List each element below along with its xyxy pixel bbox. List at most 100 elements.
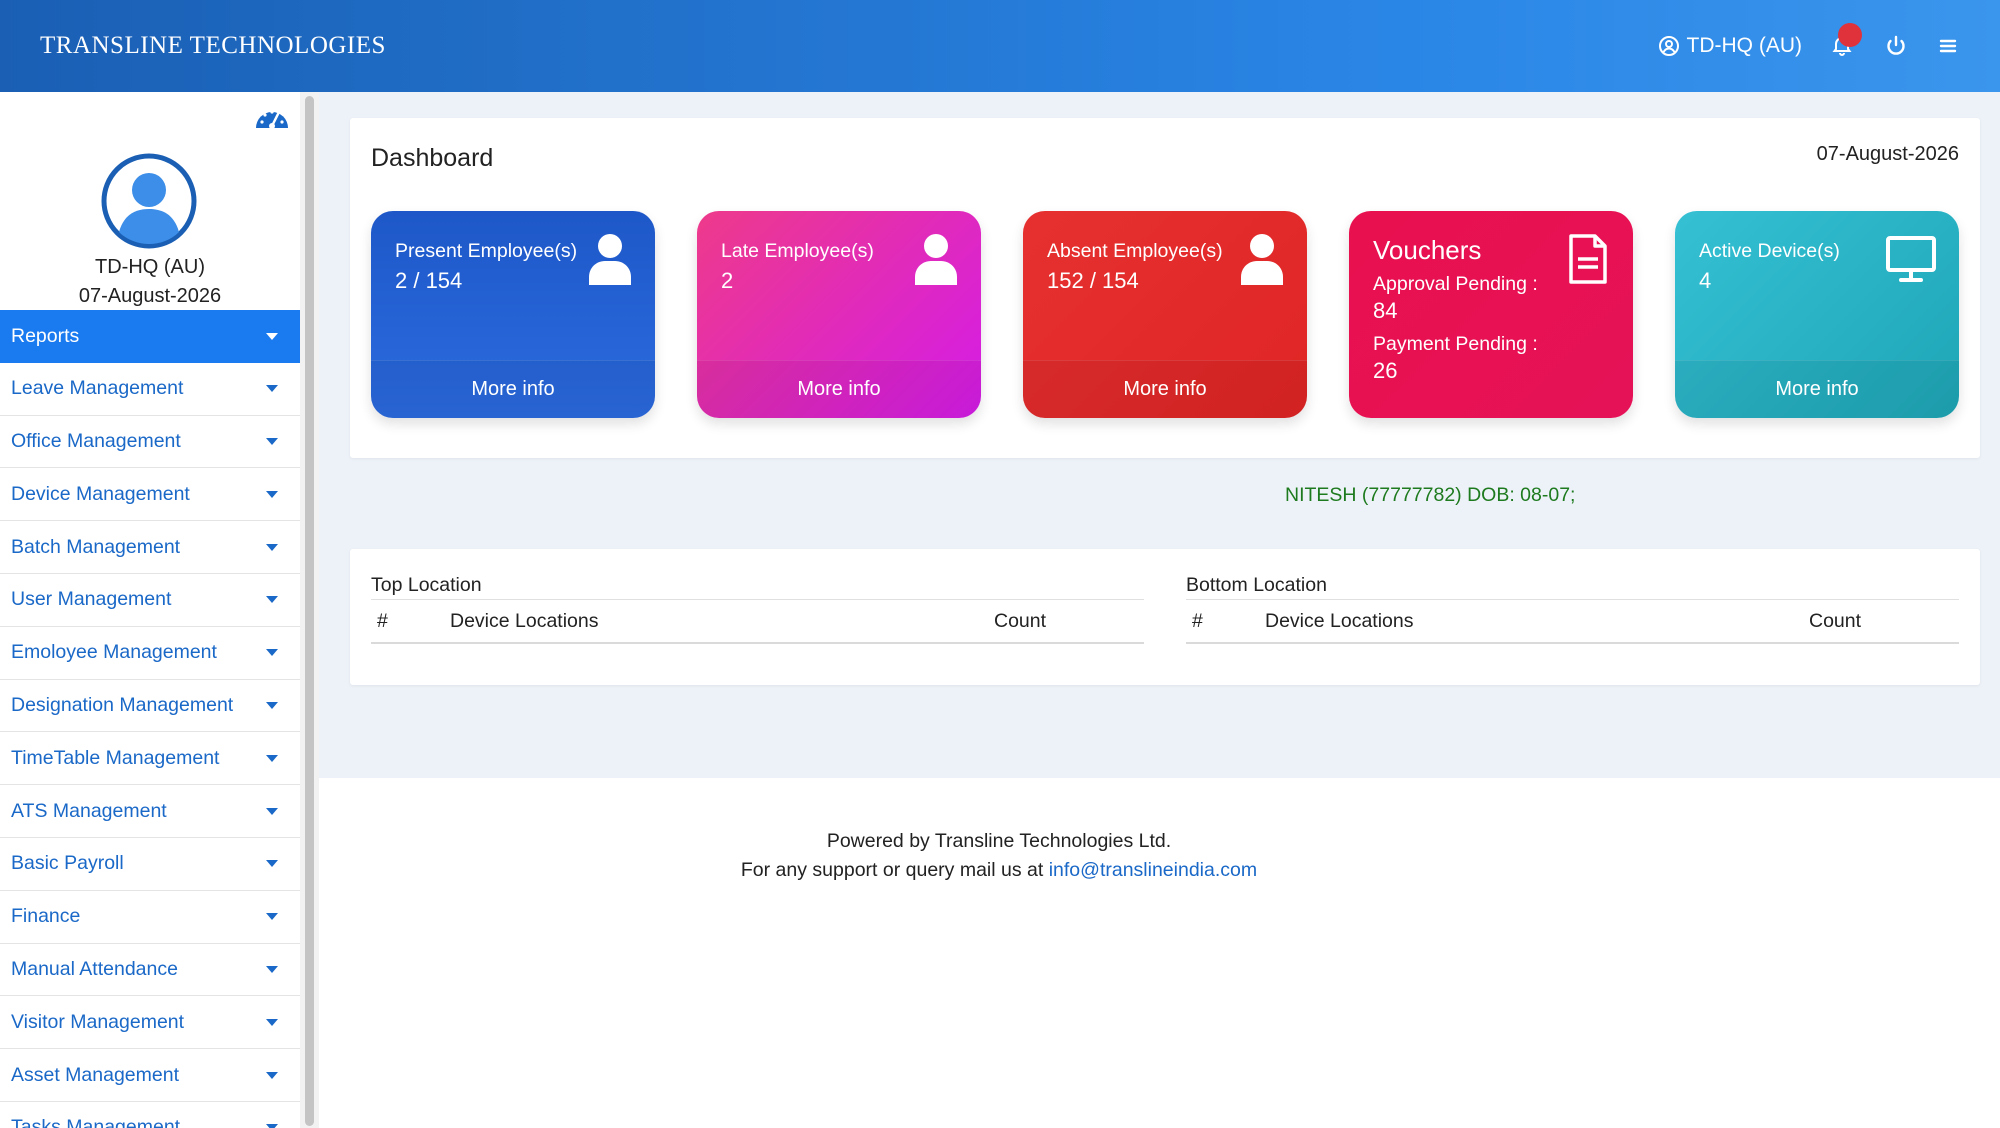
sidebar-item-employee-management[interactable]: Emoloyee Management: [0, 627, 300, 680]
sidebar-item-asset-management[interactable]: Asset Management: [0, 1049, 300, 1102]
card-text: Late Employee(s) 2: [721, 237, 911, 295]
sidebar-item-ats-management[interactable]: ATS Management: [0, 785, 300, 838]
sidebar-item-label: Tasks Management: [11, 1116, 181, 1128]
bottom-location-table: Bottom Location # Device Locations Count: [1186, 574, 1959, 644]
footer-powered-by: Powered by Transline Technologies Ltd.: [826, 830, 1172, 852]
caret-down-icon: [266, 754, 278, 762]
caret-down-icon: [266, 913, 278, 921]
caret-down-icon: [266, 860, 278, 868]
card-value: 4: [1699, 268, 1712, 293]
brand-title: TRANSLINE TECHNOLOGIES: [40, 32, 386, 59]
dashboard-panel: Dashboard 07-August-2026 Present Employe…: [350, 118, 1980, 458]
column-header-count[interactable]: Count: [1809, 610, 1959, 633]
user-icon: [589, 234, 631, 285]
sidebar-item-label: ATS Management: [11, 799, 167, 822]
caret-down-icon: [266, 649, 278, 657]
card-text: Present Employee(s) 2 / 154: [395, 237, 585, 295]
page-title: Dashboard: [371, 144, 494, 172]
table-header: # Device Locations Count: [1186, 600, 1959, 644]
column-header-index[interactable]: #: [371, 610, 450, 633]
sidebar-item-label: Manual Attendance: [11, 957, 178, 980]
devices-more-info-link[interactable]: More info: [1675, 360, 1959, 418]
column-header-count[interactable]: Count: [994, 610, 1144, 633]
sidebar-item-finance[interactable]: Finance: [0, 891, 300, 944]
sidebar-item-label: Reports: [11, 324, 80, 347]
power-icon[interactable]: [1884, 34, 1908, 58]
table-title: Bottom Location: [1186, 574, 1959, 600]
notification-dot: [1838, 23, 1862, 47]
monitor-icon: [1886, 236, 1936, 282]
card-label: Active Device(s): [1699, 240, 1840, 262]
sidebar-item-label: Basic Payroll: [11, 852, 124, 875]
footer: Powered by Transline Technologies Ltd. F…: [319, 778, 2000, 1128]
user-menu[interactable]: TD-HQ (AU): [1657, 34, 1802, 58]
sidebar-item-label: Asset Management: [11, 1063, 180, 1086]
footer-support-text: For any support or query mail us at: [740, 859, 1044, 881]
column-header-device-locations[interactable]: Device Locations: [450, 610, 994, 633]
document-icon: [1569, 234, 1607, 284]
support-email-link[interactable]: info@translineindia.com: [1049, 859, 1257, 881]
avatar-icon: [101, 153, 197, 249]
dob-notice: NITESH (77777782) DOB: 08-07;: [1285, 484, 1576, 506]
active-devices-card: Active Device(s) 4 More info: [1675, 211, 1959, 418]
card-value: 2 / 154: [395, 268, 463, 293]
sidebar-item-basic-payroll[interactable]: Basic Payroll: [0, 838, 300, 891]
caret-down-icon: [266, 543, 278, 551]
sidebar-item-leave-management[interactable]: Leave Management: [0, 363, 300, 416]
card-value: 2: [721, 268, 734, 293]
caret-down-icon: [266, 596, 278, 604]
footer-support: For any support or query mail us at info…: [319, 859, 1679, 882]
payment-pending-label: Payment Pending :: [1373, 333, 1538, 355]
sidebar-item-designation-management[interactable]: Designation Management: [0, 680, 300, 733]
column-header-index[interactable]: #: [1186, 610, 1265, 633]
caret-down-icon: [266, 437, 278, 445]
card-label: Absent Employee(s): [1047, 240, 1223, 262]
user-circle-icon: [1658, 36, 1679, 56]
sidebar-item-office-management[interactable]: Office Management: [0, 416, 300, 469]
present-more-info-link[interactable]: More info: [371, 360, 655, 418]
sidebar-item-device-management[interactable]: Device Management: [0, 468, 300, 522]
header-actions: TD-HQ (AU): [1657, 23, 1960, 59]
sidebar-item-manual-attendance[interactable]: Manual Attendance: [0, 944, 300, 997]
approval-pending-value: 84: [1373, 298, 1398, 323]
sidebar-item-label: User Management: [11, 588, 172, 611]
dashboard-gauge-icon[interactable]: [254, 102, 290, 132]
caret-down-icon: [266, 701, 278, 709]
card-label: Present Employee(s): [395, 240, 578, 262]
sidebar-item-timetable-management[interactable]: TimeTable Management: [0, 732, 300, 786]
late-more-info-link[interactable]: More info: [697, 360, 981, 418]
sidebar-item-label: Leave Management: [11, 377, 184, 400]
sidebar-item-label: TimeTable Management: [11, 746, 220, 769]
card-value: 152 / 154: [1047, 268, 1139, 293]
hamburger-menu-icon[interactable]: [1936, 34, 1960, 58]
profile-date: 07-August-2026: [78, 285, 222, 307]
sidebar-item-label: Visitor Management: [11, 1010, 185, 1033]
user-icon: [1241, 234, 1283, 285]
table-header: # Device Locations Count: [371, 600, 1144, 644]
sidebar-item-visitor-management[interactable]: Visitor Management: [0, 996, 300, 1050]
caret-down-icon: [266, 332, 278, 340]
caret-down-icon: [266, 385, 278, 393]
present-employees-card: Present Employee(s) 2 / 154 More info: [371, 211, 655, 418]
profile-name: TD-HQ (AU): [95, 256, 205, 278]
vouchers-card[interactable]: Vouchers Approval Pending : 84 Payment P…: [1349, 211, 1633, 418]
sidebar-item-label: Office Management: [11, 429, 181, 452]
sidebar-scrollbar[interactable]: [300, 92, 319, 1128]
table-title: Top Location: [371, 574, 1144, 600]
sidebar-item-user-management[interactable]: User Management: [0, 574, 300, 627]
payment-pending-value: 26: [1373, 358, 1398, 383]
caret-down-icon: [266, 1124, 278, 1128]
sidebar-item-reports[interactable]: Reports: [0, 310, 300, 363]
sidebar-item-batch-management[interactable]: Batch Management: [0, 521, 300, 574]
late-employees-card: Late Employee(s) 2 More info: [697, 211, 981, 418]
user-icon: [915, 234, 957, 285]
sidebar-item-tasks-management[interactable]: Tasks Management: [0, 1102, 300, 1128]
top-header: TRANSLINE TECHNOLOGIES TD-HQ (AU): [0, 0, 2000, 92]
notifications-button[interactable]: [1830, 23, 1862, 59]
scrollbar-thumb[interactable]: [305, 96, 314, 1126]
caret-down-icon: [266, 1018, 278, 1026]
column-header-device-locations[interactable]: Device Locations: [1265, 610, 1809, 633]
locations-panel: Top Location # Device Locations Count Bo…: [350, 549, 1980, 685]
caret-down-icon: [266, 490, 278, 498]
absent-more-info-link[interactable]: More info: [1023, 360, 1307, 418]
